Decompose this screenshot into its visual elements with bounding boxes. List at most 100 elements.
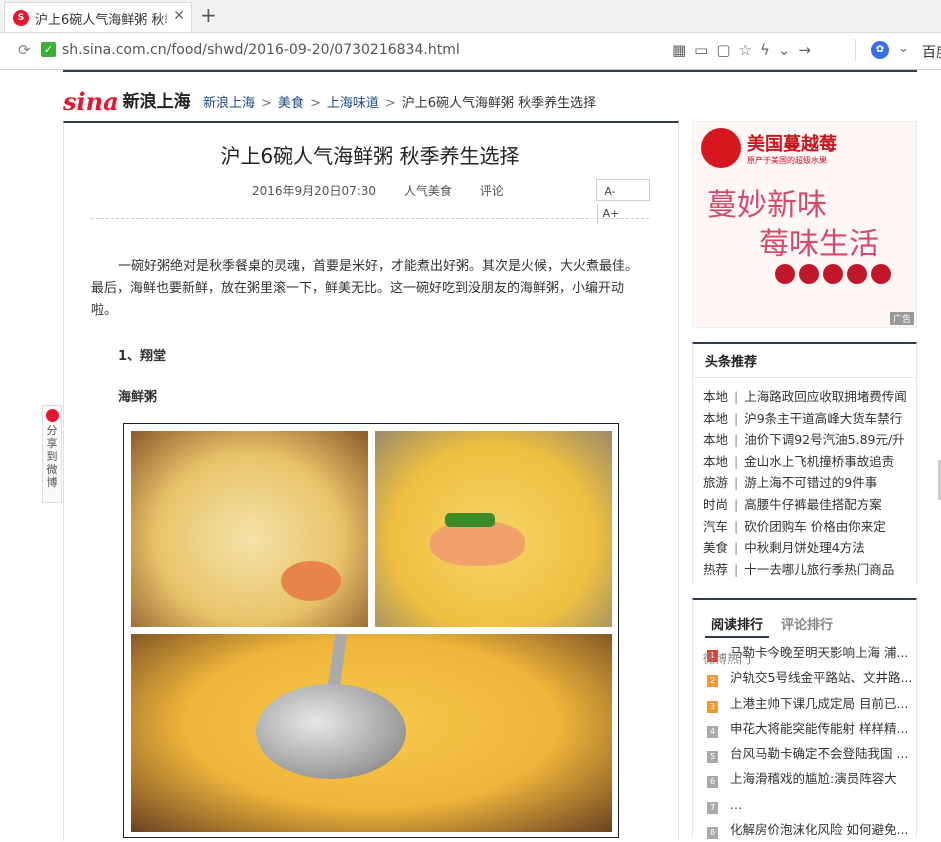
url-field[interactable]: sh.sina.com.cn/food/shwd/2016-09-20/0730… — [62, 42, 460, 58]
headline-item[interactable]: 本地 | 油价下调92号汽油5.89元/升 — [703, 429, 916, 451]
site-logo[interactable]: sina 新浪上海 — [63, 87, 191, 116]
browser-tab[interactable]: S 沪上6碗人气海鲜粥 秋季 ✕ — [4, 2, 192, 32]
headline-item[interactable]: 时尚 | 高腰牛仔裤最佳搭配方案 — [703, 494, 916, 516]
article-divider — [91, 218, 649, 219]
headline-category[interactable]: 本地 — [703, 454, 728, 469]
ad-slogan-2: 莓味生活 — [759, 227, 879, 262]
headline-text[interactable]: 沪9条主干道高峰大货车禁行 — [744, 411, 902, 426]
headline-category[interactable]: 汽车 — [703, 519, 728, 534]
separator: | — [734, 453, 739, 469]
ranking-text[interactable]: 申花大将能突能传能射 样样精... — [730, 721, 908, 736]
tab-read-ranking[interactable]: 阅读排行 — [705, 618, 770, 638]
headline-item[interactable]: 本地 | 沪9条主干道高峰大货车禁行 — [703, 408, 916, 430]
ad-banner[interactable]: 美国蔓越莓 原产于美国的超级水果 蔓妙新味 莓味生活 广告 — [692, 121, 917, 328]
headline-text[interactable]: 金山水上飞机撞桥事故追责 — [744, 454, 894, 469]
ranking-text[interactable]: 上海滑稽戏的尴尬:演员阵容大 — [730, 771, 897, 786]
headline-category[interactable]: 本地 — [703, 389, 728, 404]
ad-brand: 美国蔓越莓 — [747, 134, 837, 155]
ranking-text[interactable]: 沪轨交5号线金平路站、文井路... — [730, 670, 912, 685]
font-size-controls: A-A+ — [596, 179, 650, 224]
breadcrumb-shwd[interactable]: 上海味道 — [327, 96, 379, 111]
separator: | — [734, 389, 739, 404]
ranking-item[interactable]: 2 沪轨交5号线金平路站、文井路... — [707, 665, 913, 690]
ranking-list: 1 马勒卡今晚至明天影响上海 浦... 2 沪轨交5号线金平路站、文井路... 3 上港主… — [707, 640, 913, 842]
headline-item[interactable]: 本地 | 金山水上飞机撞桥事故追责 — [703, 451, 916, 473]
weibo-favicon-icon: S — [13, 10, 29, 26]
share-to-weibo[interactable]: 分享到微博 — [42, 405, 62, 503]
rank-number-badge: 7 — [707, 801, 718, 814]
ranking-item[interactable]: 5 台风马勒卡确定不会登陆我国 ... — [707, 741, 913, 766]
font-larger-button[interactable]: A+ — [597, 204, 624, 224]
rank-number-badge: 6 — [707, 776, 718, 789]
cranberry-logo-icon — [701, 128, 741, 168]
headline-text[interactable]: 高腰牛仔裤最佳搭配方案 — [744, 497, 882, 512]
breadcrumb-food[interactable]: 美食 — [278, 96, 304, 111]
search-engine-label[interactable]: 百度 — [922, 42, 941, 62]
browser-tabbar: S 沪上6碗人气海鲜粥 秋季 ✕ + — [0, 0, 941, 33]
comment-link[interactable]: 评论 — [480, 184, 504, 198]
headline-category[interactable]: 旅游 — [703, 475, 728, 490]
headline-text[interactable]: 中秋剩月饼处理4方法 — [744, 540, 864, 555]
headline-item[interactable]: 旅游 | 游上海不可错过的9件事 — [703, 472, 916, 494]
headline-text[interactable]: 上海路政回应收取拥堵费传闻 — [744, 389, 907, 404]
rank-number-badge: 5 — [707, 751, 718, 764]
ranking-tabs: 阅读排行 评论排行 — [705, 614, 839, 638]
headline-item[interactable]: 本地 | 上海路政回应收取拥堵费传闻 — [703, 386, 916, 408]
font-smaller-button[interactable]: A- — [597, 182, 623, 202]
toolbar-icons[interactable]: ▦▭▢☆ϟ⌄→ — [672, 41, 819, 59]
breadcrumb-current: 沪上6碗人气海鲜粥 秋季养生选择 — [401, 96, 597, 111]
headline-item[interactable]: 汽车 | 砍价团购车 价格由你来定 — [703, 516, 916, 538]
breadcrumb: 新浪上海 > 美食 > 上海味道 > 沪上6碗人气海鲜粥 秋季养生选择 — [203, 96, 597, 111]
cranberries-image — [773, 262, 913, 307]
ranking-item[interactable]: 8 化解房价泡沫化风险 如何避免... — [707, 817, 913, 842]
ad-slogan-1: 蔓妙新味 — [707, 188, 827, 223]
rank-number-badge: 8 — [707, 827, 718, 840]
ranking-item[interactable]: 6 上海滑稽戏的尴尬:演员阵容大 — [707, 766, 913, 791]
headlines-list: 本地 | 上海路政回应收取拥堵费传闻 本地 | 沪9条主干道高峰大货车禁行 本地 | 油价下调9… — [693, 386, 916, 580]
headline-text[interactable]: 十一去哪儿旅行季热门商品 — [744, 562, 894, 577]
ranking-item[interactable]: 4 申花大将能突能传能射 样样精... — [707, 716, 913, 741]
weibo-hot-overlay[interactable]: 微博热门 — [703, 650, 751, 667]
new-tab-icon[interactable]: + — [200, 3, 217, 27]
ranking-text[interactable]: ... — [730, 797, 742, 812]
headline-item[interactable]: 美食 | 中秋剩月饼处理4方法 — [703, 537, 916, 559]
headline-item[interactable]: 热荐 | 十一去哪儿旅行季热门商品 — [703, 559, 916, 581]
headline-category[interactable]: 美食 — [703, 540, 728, 555]
baidu-paw-icon[interactable]: ✿ — [871, 41, 889, 59]
separator: | — [734, 561, 739, 577]
separator: | — [734, 410, 739, 426]
headline-category[interactable]: 热荐 — [703, 562, 728, 577]
article-source[interactable]: 人气美食 — [404, 184, 452, 198]
ranking-text[interactable]: 上港主帅下课几成定局 目前已... — [730, 696, 908, 711]
headline-category[interactable]: 时尚 — [703, 497, 728, 512]
city-logo-text: 新浪上海 — [122, 92, 191, 112]
article-intro: 一碗好粥绝对是秋季餐桌的灵魂，首要是米好，才能煮出好粥。其次是火候，大火煮最佳。… — [91, 259, 639, 318]
ad-label: 广告 — [889, 312, 914, 325]
sina-logo-text: sina — [63, 87, 119, 116]
headline-text[interactable]: 游上海不可错过的9件事 — [744, 475, 877, 490]
separator: | — [734, 518, 739, 534]
porridge-pot-photo — [131, 633, 612, 832]
separator: | — [734, 475, 739, 491]
refresh-icon[interactable]: ⟳ — [18, 41, 31, 59]
headline-text[interactable]: 油价下调92号汽油5.89元/升 — [744, 432, 904, 447]
tab-title: 沪上6碗人气海鲜粥 秋季 — [35, 13, 167, 28]
headline-category[interactable]: 本地 — [703, 432, 728, 447]
address-bar: ⟳ ✓ sh.sina.com.cn/food/shwd/2016-09-20/… — [0, 33, 941, 70]
toolbar-divider — [855, 39, 856, 61]
chevron-down-icon[interactable]: ⌄ — [898, 41, 909, 56]
tab-comment-ranking[interactable]: 评论排行 — [775, 618, 839, 633]
ranking-panel: 阅读排行 评论排行 1 马勒卡今晚至明天影响上海 浦... 2 沪轨交5号线金平路站、文… — [692, 598, 917, 840]
porridge-bowl-photo-1 — [131, 431, 368, 627]
headline-category[interactable]: 本地 — [703, 411, 728, 426]
ranking-text[interactable]: 化解房价泡沫化风险 如何避免... — [730, 822, 908, 837]
headline-text[interactable]: 砍价团购车 价格由你来定 — [744, 519, 885, 534]
close-tab-icon[interactable]: ✕ — [173, 8, 185, 24]
ad-tagline: 原产于美国的超级水果 — [747, 156, 827, 165]
ranking-text[interactable]: 马勒卡今晚至明天影响上海 浦... — [730, 645, 908, 660]
breadcrumb-home[interactable]: 新浪上海 — [203, 96, 255, 111]
separator: | — [734, 432, 739, 448]
ranking-text[interactable]: 台风马勒卡确定不会登陆我国 ... — [730, 746, 908, 761]
ranking-item[interactable]: 3 上港主帅下课几成定局 目前已... — [707, 691, 913, 716]
ranking-item[interactable]: 7... — [707, 792, 913, 817]
